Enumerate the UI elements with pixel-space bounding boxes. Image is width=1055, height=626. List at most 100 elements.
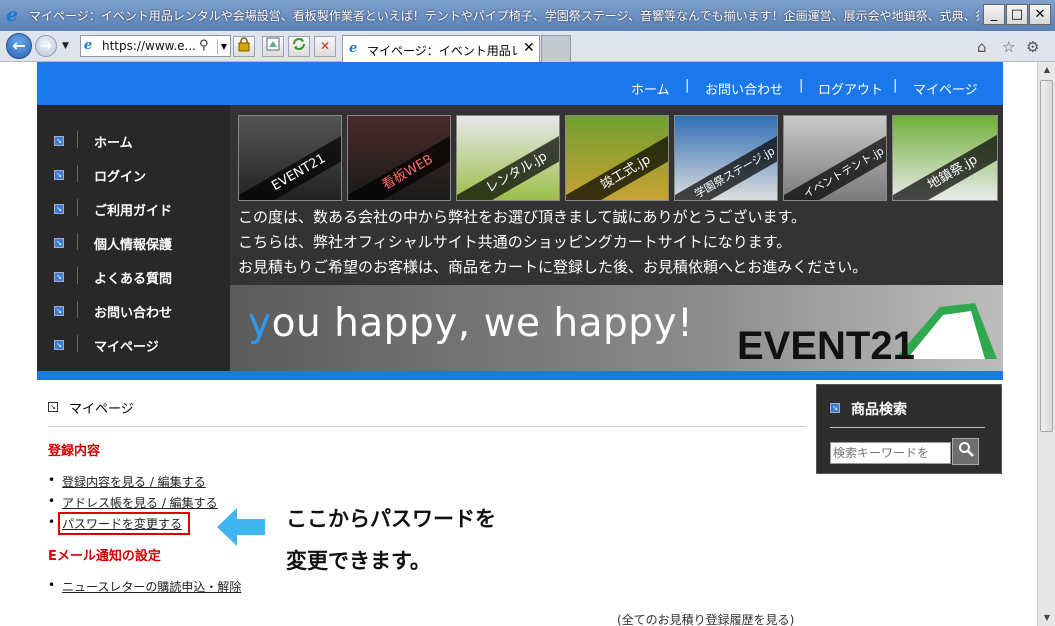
address-dropdown-icon[interactable]: ▼ xyxy=(217,39,230,54)
divider xyxy=(77,267,78,284)
thumbnail-shunko[interactable]: 竣工式.jp xyxy=(565,115,669,201)
tagline-banner: you happy, we happy! EVENT21 xyxy=(230,285,1003,371)
welcome-line: お見積もりご希望のお客様は、商品をカートに登録した後、お見積依頼へとお進みくださ… xyxy=(238,258,868,276)
bullet: • xyxy=(48,578,56,592)
browser-title-bar: e マイページ：イベント用品レンタルや会場設営、看板製作業者といえば！テントやパ… xyxy=(0,0,1055,31)
thumbnail-band: 看板WEB xyxy=(348,123,450,200)
tagline-rest: ou happy, we happy! xyxy=(271,301,694,346)
breadcrumb-label: マイページ xyxy=(69,402,134,417)
thumbnail-band: イベントテント.jp xyxy=(784,123,886,200)
newsletter-subscription-link[interactable]: ニュースレターの購読申込・解除 xyxy=(62,578,241,595)
divider xyxy=(77,233,78,250)
gear-icon[interactable]: ⚙ xyxy=(1026,38,1039,56)
compatibility-icon[interactable] xyxy=(262,36,284,57)
minimize-button[interactable]: _ xyxy=(983,4,1005,25)
ie-page-icon: e xyxy=(84,38,93,53)
arrow-icon: ↘ xyxy=(48,402,58,412)
estimate-history-link[interactable]: (全てのお見積り登録履歴を見る) xyxy=(617,611,794,626)
topnav-mypage[interactable]: マイページ xyxy=(913,79,978,98)
search-icon[interactable]: ⚲ xyxy=(199,38,209,53)
thumbnail-label: 地鎮祭.jp xyxy=(925,152,981,193)
section-title-email: Eメール通知の設定 xyxy=(48,549,161,564)
accent-divider xyxy=(37,371,1003,380)
window-title: マイページ：イベント用品レンタルや会場設営、看板製作業者といえば！テントやパイプ… xyxy=(29,9,979,23)
forward-arrow-icon[interactable]: → xyxy=(35,35,57,57)
thumbnail-jichinsai[interactable]: 地鎮祭.jp xyxy=(892,115,998,201)
browser-tab[interactable]: e マイページ：イベント用品レ... ✕ xyxy=(342,35,540,62)
divider xyxy=(77,165,78,182)
search-input[interactable] xyxy=(830,442,951,464)
thumbnail-band: 地鎮祭.jp xyxy=(893,123,997,200)
arrow-icon: ↘ xyxy=(830,403,840,413)
sidebar-item-label[interactable]: お問い合わせ xyxy=(94,302,172,321)
hero-section: ↘ ホーム ↘ ログイン ↘ ご利用ガイド ↘ 個人情報保護 ↘ よくある質問 … xyxy=(37,105,1003,371)
close-window-button[interactable]: ✕ xyxy=(1029,4,1051,25)
address-bar[interactable]: e https://www.e... ⚲ ▼ xyxy=(80,35,231,57)
sidebar-item-guide[interactable]: ↘ ご利用ガイド xyxy=(54,199,230,220)
product-search-panel: ↘ 商品検索 xyxy=(816,384,1002,474)
arrow-icon: ↘ xyxy=(54,272,64,282)
arrow-icon: ↘ xyxy=(54,306,64,316)
topnav-contact[interactable]: お問い合わせ xyxy=(705,79,783,98)
sidebar-item-label[interactable]: 個人情報保護 xyxy=(94,234,172,253)
welcome-line: この度は、数ある会社の中から弊社をお選び頂きまして誠にありがとうございます。 xyxy=(238,208,807,226)
tagline-first-letter: y xyxy=(248,301,272,346)
left-arrow-icon xyxy=(217,508,265,546)
sidebar-item-label[interactable]: ご利用ガイド xyxy=(94,200,172,219)
view-edit-registration-link[interactable]: 登録内容を見る / 編集する xyxy=(62,473,206,490)
scroll-down-icon[interactable]: ▼ xyxy=(1039,610,1055,626)
thumbnail-rental[interactable]: レンタル.jp xyxy=(456,115,560,201)
bullet: • xyxy=(48,515,56,529)
history-dropdown-icon[interactable]: ▼ xyxy=(62,41,69,51)
thumbnail-band: 学園祭ステージ.jp xyxy=(675,123,777,200)
sidebar-item-login[interactable]: ↘ ログイン xyxy=(54,165,230,186)
arrow-icon: ↘ xyxy=(54,238,64,248)
callout-line: ここからパスワードを xyxy=(286,507,496,531)
sidebar-item-label[interactable]: よくある質問 xyxy=(94,268,172,287)
thumbnail-tent[interactable]: イベントテント.jp xyxy=(783,115,887,201)
sidebar-item-faq[interactable]: ↘ よくある質問 xyxy=(54,267,230,288)
divider xyxy=(830,427,985,428)
sidebar-item-label[interactable]: マイページ xyxy=(94,336,159,355)
thumbnail-band: 竣工式.jp xyxy=(566,123,668,200)
search-panel-title: 商品検索 xyxy=(851,402,907,418)
maximize-button[interactable]: □ xyxy=(1006,4,1028,25)
sidebar-item-label[interactable]: ホーム xyxy=(94,132,133,151)
search-button[interactable] xyxy=(952,438,979,465)
side-navigation: ↘ ホーム ↘ ログイン ↘ ご利用ガイド ↘ 個人情報保護 ↘ よくある質問 … xyxy=(37,105,230,371)
back-arrow-icon[interactable]: ← xyxy=(6,33,32,59)
divider xyxy=(77,131,78,148)
tab-close-icon[interactable]: ✕ xyxy=(523,40,535,56)
new-tab-button[interactable] xyxy=(541,35,571,62)
view-edit-address-book-link[interactable]: アドレス帳を見る / 編集する xyxy=(62,494,218,511)
thumbnail-kanban[interactable]: 看板WEB xyxy=(347,115,451,201)
sidebar-item-contact[interactable]: ↘ お問い合わせ xyxy=(54,301,230,322)
browser-toolbar: ← → ▼ e https://www.e... ⚲ ▼ ✕ e マイページ：イ… xyxy=(0,31,1055,62)
thumbnail-event21[interactable]: EVENT21 xyxy=(238,115,342,201)
sidebar-item-privacy[interactable]: ↘ 個人情報保護 xyxy=(54,233,230,254)
thumbnail-band: レンタル.jp xyxy=(457,123,559,200)
welcome-line: こちらは、弊社オフィシャルサイト共通のショッピングカートサイトになります。 xyxy=(238,233,792,251)
sidebar-item-mypage[interactable]: ↘ マイページ xyxy=(54,335,230,356)
refresh-icon[interactable] xyxy=(288,36,310,57)
topnav-home[interactable]: ホーム xyxy=(631,79,670,98)
arrow-icon: ↘ xyxy=(54,340,64,350)
lock-icon[interactable] xyxy=(233,36,255,57)
site-thumbnails: EVENT21 看板WEB レンタル.jp 竣工式.jp 学園祭ステージ.jp … xyxy=(238,115,1000,202)
search-icon xyxy=(958,442,974,457)
scrollbar-thumb[interactable] xyxy=(1040,80,1053,432)
star-icon[interactable]: ☆ xyxy=(1002,38,1015,56)
home-icon[interactable]: ⌂ xyxy=(977,38,987,56)
topnav-logout[interactable]: ログアウト xyxy=(818,79,883,98)
sidebar-item-home[interactable]: ↘ ホーム xyxy=(54,131,230,152)
sidebar-item-label[interactable]: ログイン xyxy=(94,166,146,185)
vertical-scrollbar[interactable]: ▲ ▼ xyxy=(1037,62,1055,626)
tab-title[interactable]: マイページ：イベント用品レ... xyxy=(367,42,517,59)
address-url[interactable]: https://www.e... xyxy=(102,39,196,53)
topnav-separator: | xyxy=(893,78,898,93)
topnav-separator: | xyxy=(685,78,690,93)
thumbnail-gakuensai[interactable]: 学園祭ステージ.jp xyxy=(674,115,778,201)
stop-icon[interactable]: ✕ xyxy=(314,36,336,57)
callout-line: 変更できます。 xyxy=(286,549,431,573)
scroll-up-icon[interactable]: ▲ xyxy=(1039,62,1055,78)
